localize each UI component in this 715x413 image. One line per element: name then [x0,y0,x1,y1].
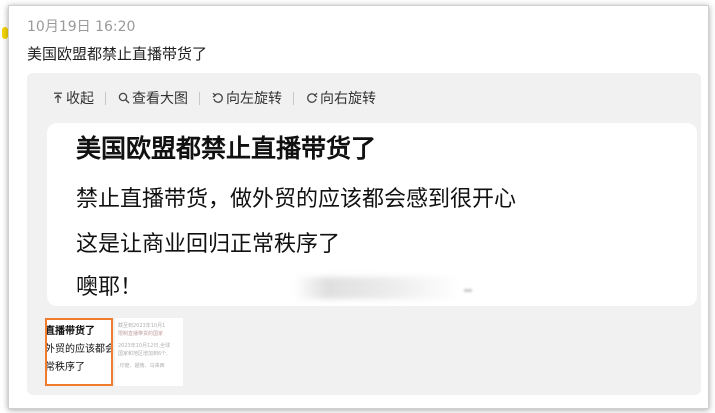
toolbar-divider [293,91,294,105]
rotate-right-label: 向右旋转 [320,91,376,107]
rotate-left-label: 向左旋转 [226,91,282,107]
image-viewer: 收起 查看大图 向左旋转 向右旋转 美国欧盟都禁止直播带货了 禁止直播带货，做外… [27,73,701,395]
thumbnail-text: 国家和地区增加到6个, [118,351,168,357]
image-text-line: 这是让商业回归正常秩序了 [76,232,341,257]
image-text-line: 禁止直播带货，做外贸的应该都会感到很开心 [76,187,517,212]
rotate-right-icon [305,91,319,105]
view-large-button[interactable]: 查看大图 [117,88,188,108]
toolbar-divider [105,91,106,105]
rotate-left-icon [211,91,225,105]
thumbnail-selected[interactable]: 直播带货了 外贸的应该都会 常秩序了 [45,318,113,386]
view-large-label: 查看大图 [132,91,188,107]
collapse-icon [51,91,65,105]
image-text-line: 噢耶！ [76,275,143,300]
thumbnail-text: 直播带货了 [45,326,95,337]
image-heading: 美国欧盟都禁止直播带货了 [76,134,377,163]
thumbnail-text: 外贸的应该都会 [45,344,113,355]
thumbnail[interactable]: 截至到2023年10月1 限制直播带货的国家 2023年10月12日,全球 国家… [115,318,183,386]
post-title: 美国欧盟都禁止直播带货了 [27,45,208,63]
thumbnail-text: 常秩序了 [45,362,85,373]
thumbnail-text: 限制直播带货的国家 [118,331,164,337]
image-toolbar: 收起 查看大图 向左旋转 向右旋转 [51,87,376,109]
collapse-button[interactable]: 收起 [51,88,94,108]
toolbar-divider [199,91,200,105]
thumbnail-text: ,印度、越南、马来西 [118,363,165,369]
thumbnail-text: 2023年10月12日,全球 [118,343,171,349]
post-timestamp: 10月19日 16:20 [27,19,136,35]
rotate-left-button[interactable]: 向左旋转 [211,88,282,108]
post-card: 10月19日 16:20 美国欧盟都禁止直播带货了 收起 查看大图 向左旋转 向… [8,5,709,409]
collapse-label: 收起 [66,91,94,107]
rotate-right-button[interactable]: 向右旋转 [305,88,376,108]
blurred-watermark [464,289,472,292]
thumbnail-text: 截至到2023年10月1 [118,323,166,329]
blurred-watermark [294,277,459,299]
main-image[interactable]: 美国欧盟都禁止直播带货了 禁止直播带货，做外贸的应该都会感到很开心 这是让商业回… [47,123,697,306]
magnifier-icon [117,91,131,105]
